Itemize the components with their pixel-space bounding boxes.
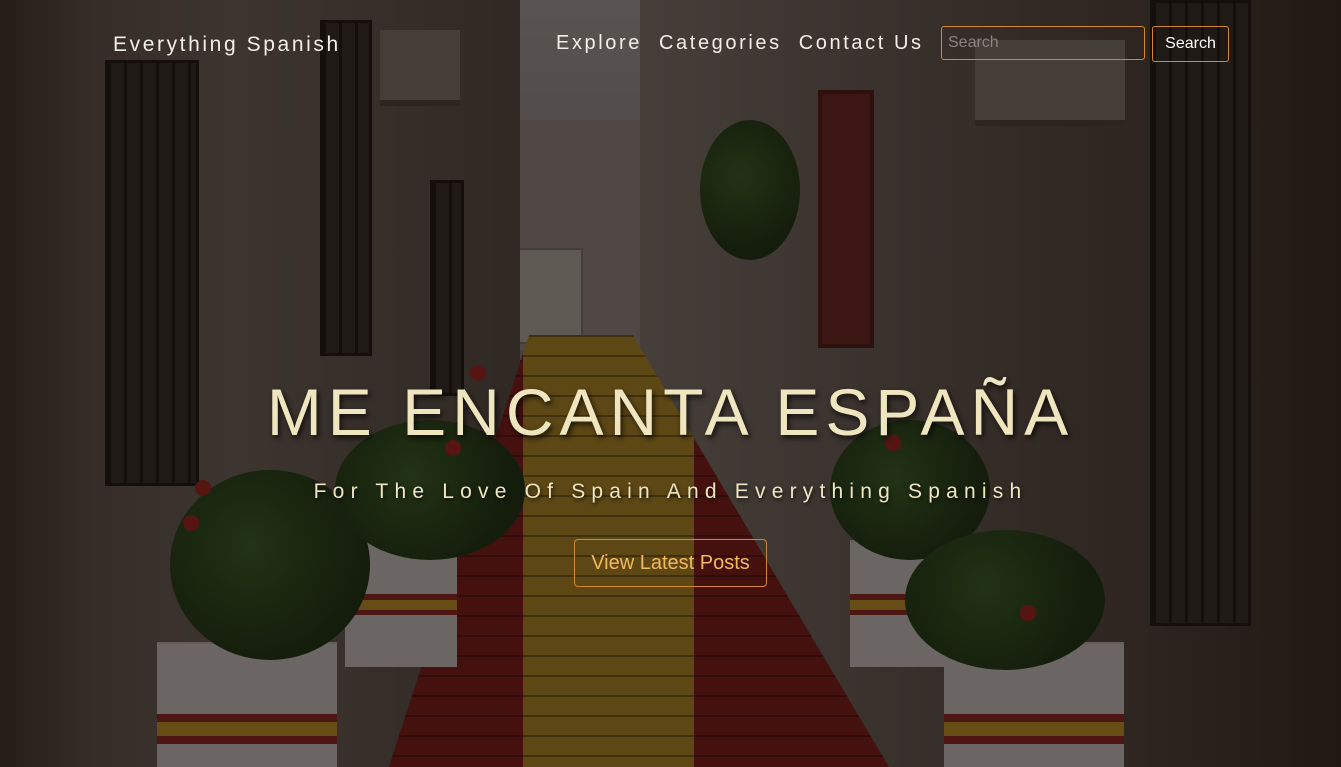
brand-logo-text[interactable]: Everything Spanish xyxy=(113,33,341,57)
nav-link-categories[interactable]: Categories xyxy=(659,32,782,54)
nav-link-contact-us[interactable]: Contact Us xyxy=(799,32,924,54)
hero-title: ME ENCANTA ESPAÑA xyxy=(266,375,1075,449)
view-latest-posts-button[interactable]: View Latest Posts xyxy=(574,539,767,587)
nav-link-explore[interactable]: Explore xyxy=(556,32,642,54)
search-button[interactable]: Search xyxy=(1152,26,1229,62)
main-nav: Explore Categories Contact Us xyxy=(556,32,941,54)
search-input[interactable] xyxy=(941,26,1145,60)
hero-subtitle: For The Love Of Spain And Everything Spa… xyxy=(313,480,1028,503)
